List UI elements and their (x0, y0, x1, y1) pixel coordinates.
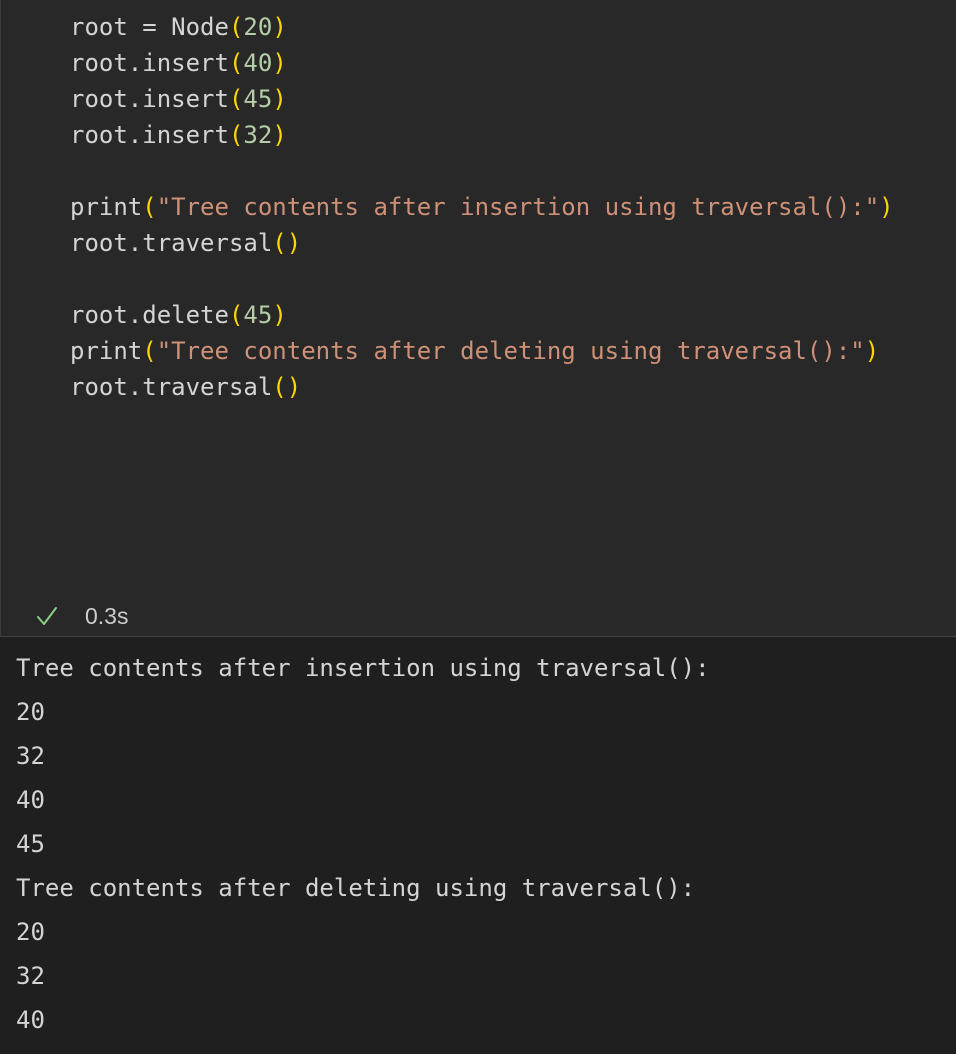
code-token: ) (272, 301, 287, 329)
code-line: root = Node(20) (70, 9, 894, 45)
code-line: print("Tree contents after deleting usin… (70, 333, 894, 369)
code-token: () (272, 373, 302, 401)
code-token: root.traversal (70, 373, 273, 401)
code-token: root.insert (70, 49, 229, 77)
output-line: 32 (16, 742, 45, 770)
output-line: 20 (16, 698, 45, 726)
code-token: "Tree contents after deleting using trav… (156, 337, 865, 365)
code-line: root.insert(45) (70, 81, 894, 117)
execution-time: 0.3s (85, 603, 129, 629)
code-token: 32 (243, 121, 273, 149)
code-token: 45 (243, 85, 273, 113)
code-token: root.insert (70, 121, 229, 149)
code-editor[interactable]: root = Node(20) root.insert(40) root.inser… (70, 9, 894, 405)
output-line: Tree contents after insertion using trav… (16, 654, 710, 682)
output-line: 20 (16, 918, 45, 946)
code-token: root.insert (70, 85, 229, 113)
code-token: () (272, 229, 302, 257)
code-line: root.insert(32) (70, 117, 894, 153)
code-line: root.delete(45) (70, 297, 894, 333)
check-icon (37, 607, 57, 625)
code-token: ) (879, 193, 894, 221)
code-line: print("Tree contents after insertion usi… (70, 189, 894, 225)
code-token: ) (272, 13, 287, 41)
code-token: 40 (243, 49, 273, 77)
cell-status-bar: 0.3s (0, 596, 956, 636)
code-token: 20 (243, 13, 273, 41)
code-token: root = Node (70, 13, 229, 41)
code-token: ( (228, 121, 244, 149)
code-token: ) (864, 337, 880, 365)
code-token: print (70, 193, 143, 221)
output-line: 40 (16, 1006, 45, 1034)
code-token: ) (272, 49, 287, 77)
code-token: "Tree contents after insertion using tra… (156, 193, 880, 221)
code-token: root.traversal (70, 229, 273, 257)
code-token: ) (272, 121, 287, 149)
code-token: print (70, 337, 143, 365)
code-token: root.delete (70, 301, 229, 329)
output-line: 32 (16, 962, 45, 990)
cell-divider (0, 636, 956, 637)
code-token: ( (228, 49, 244, 77)
code-line: root.traversal() (70, 225, 894, 261)
cell-output: Tree contents after insertion using trav… (16, 646, 710, 1042)
code-token: ( (228, 85, 244, 113)
code-line: root.insert(40) (70, 45, 894, 81)
output-line: 45 (16, 830, 45, 858)
code-token: ) (272, 85, 287, 113)
output-line: Tree contents after deleting using trave… (16, 874, 696, 902)
code-token: ( (142, 337, 157, 365)
output-line: 40 (16, 786, 45, 814)
code-token: 45 (243, 301, 273, 329)
code-cell[interactable]: root = Node(20) root.insert(40) root.inser… (0, 0, 956, 636)
code-line: root.traversal() (70, 369, 894, 405)
code-token: ( (228, 13, 244, 41)
code-token: ( (228, 301, 244, 329)
code-token: ( (142, 193, 157, 221)
